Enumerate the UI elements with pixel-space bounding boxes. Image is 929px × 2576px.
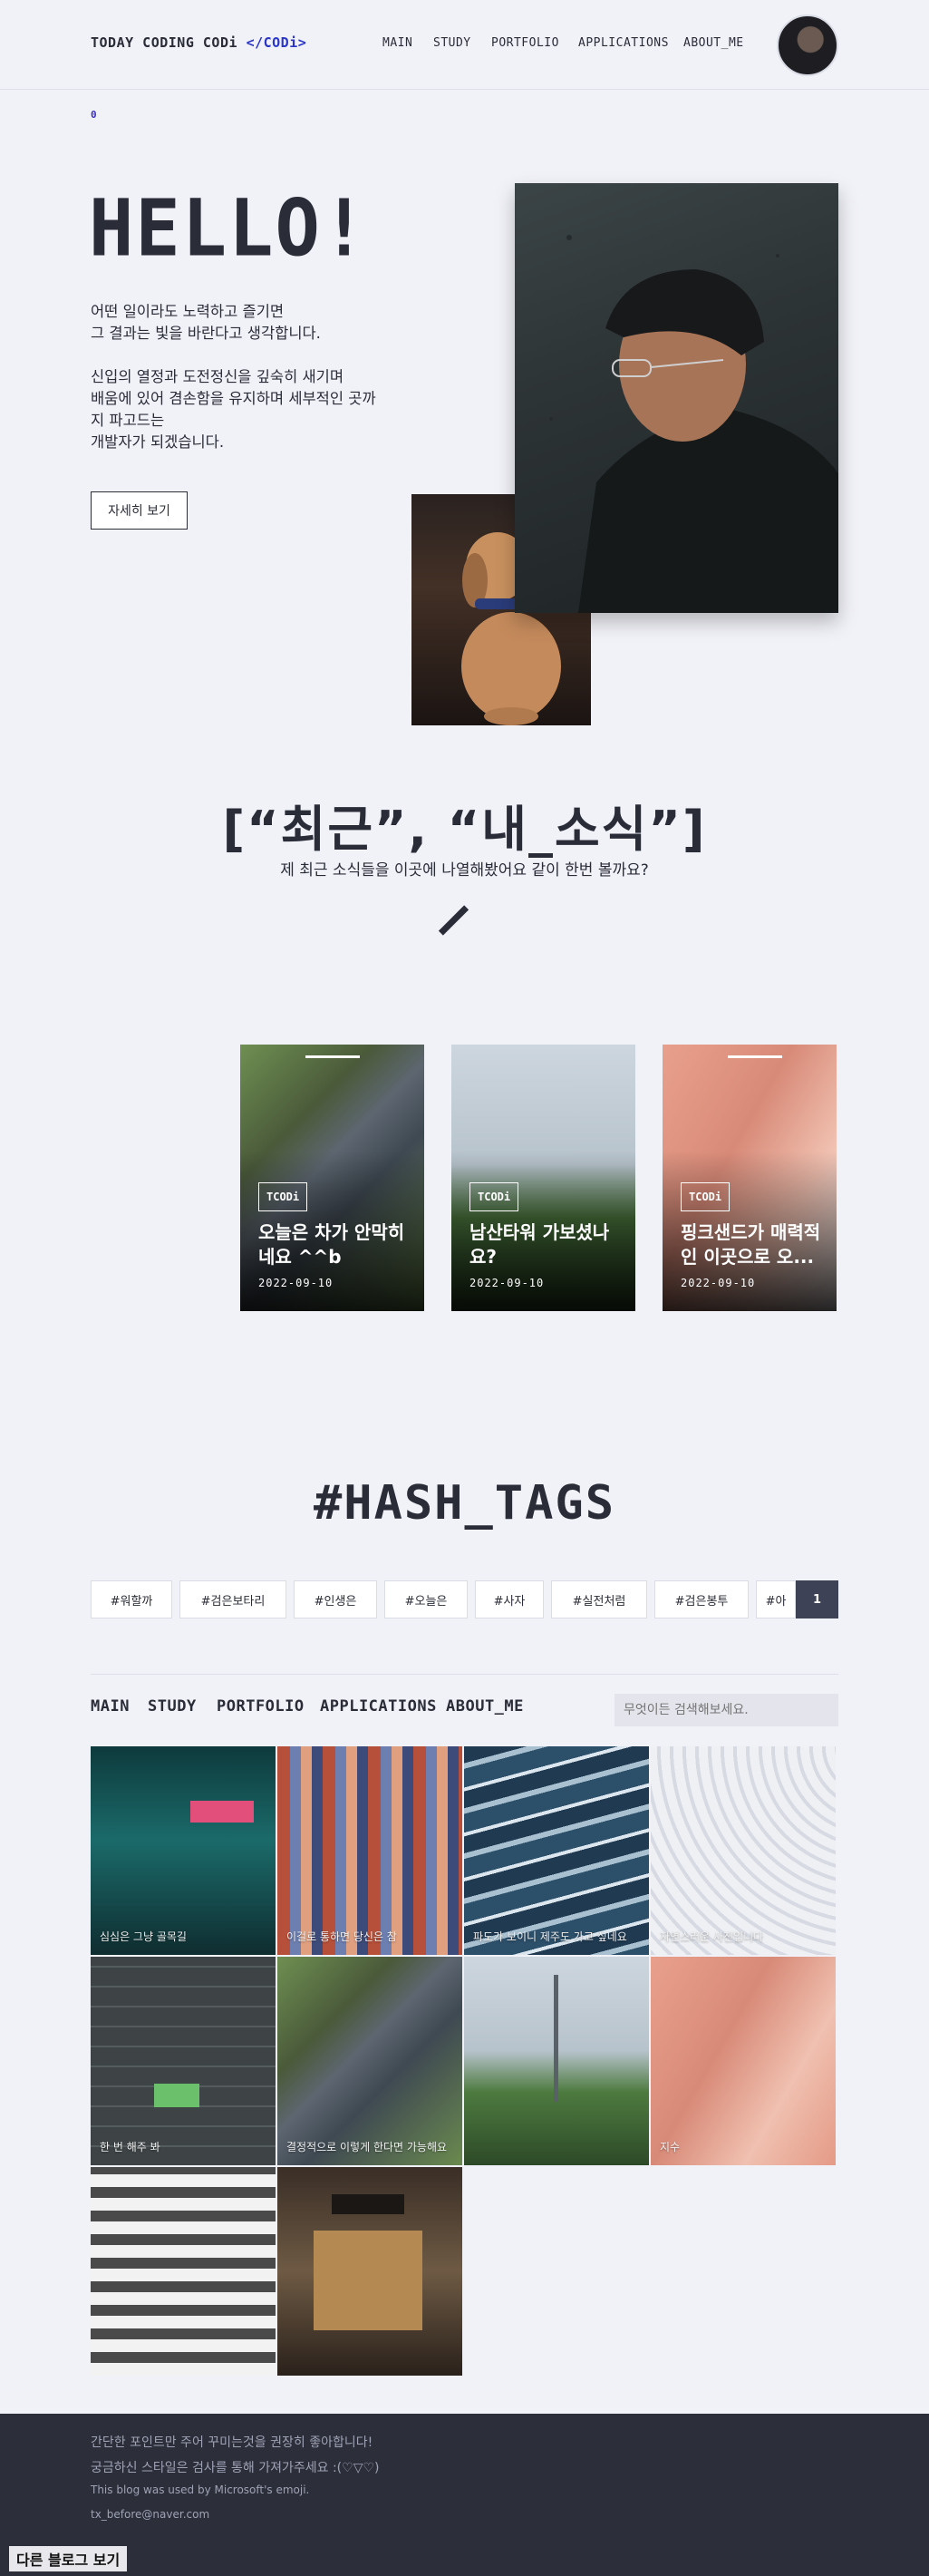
hero-heading: HELLO! — [89, 183, 369, 275]
hashtags-title: #HASH_TAGS — [313, 1476, 616, 1531]
hashtag-chip[interactable]: #사자 — [475, 1580, 544, 1619]
hero-line: 신입의 열정과 도전정신을 깊숙히 새기며 — [91, 368, 344, 385]
card-tag: TCODi — [681, 1182, 731, 1211]
gallery-nav-portfolio[interactable]: PORTFOLIO — [217, 1697, 305, 1716]
neon-sign — [190, 1801, 254, 1823]
hero-description: 신입의 열정과 도전정신을 깊숙히 새기며 배움에 있어 겸손함을 유지하며 세… — [91, 366, 453, 453]
news-card[interactable]: TCODi 오늘은 차가 안막히네요 ^^b 2022-09-10 — [240, 1045, 424, 1311]
hashtag-chip[interactable]: #워할까 — [91, 1580, 172, 1619]
marker-text: 0 — [91, 109, 97, 121]
hashtag-chip[interactable]: #실전처럼 — [551, 1580, 647, 1619]
footer-line: 궁금하신 스타일은 검사를 통해 가져가주세요 :(♡▽♡) — [91, 2461, 380, 2475]
tile-caption: 결정적으로 이렇게 한다면 가능해요 — [286, 2141, 448, 2153]
gallery-tile[interactable] — [91, 2167, 276, 2376]
other-blog-link[interactable]: 다른 블로그 보기 — [9, 2546, 128, 2571]
card-title: 남산타워 가보셨나요? — [469, 1221, 610, 1268]
card-title: 핑크샌드가 매력적인 이곳으로 오... — [681, 1221, 821, 1268]
news-card[interactable]: TCODi 핑크샌드가 매력적인 이곳으로 오... 2022-09-10 — [663, 1045, 837, 1311]
card-bar — [728, 1055, 782, 1058]
brand-code: </CODi> — [246, 34, 307, 51]
hero-line: 배움에 있어 겸손함을 유지하며 세부적인 곳까 — [91, 390, 376, 407]
card-date: 2022-09-10 — [469, 1277, 545, 1289]
card-date: 2022-09-10 — [681, 1277, 756, 1289]
brand-text: TODAY CODING CODi — [91, 34, 238, 51]
pagination-button[interactable]: 1 — [796, 1580, 838, 1619]
card-title: 오늘은 차가 안막히네요 ^^b — [258, 1221, 405, 1268]
gallery-tile[interactable]: 결정적으로 이렇게 한다면 가능해요 — [277, 1957, 462, 2165]
news-subtitle: 제 최근 소식들을 이곳에 나열해봤어요 같이 한번 볼까요? — [280, 861, 649, 880]
news-title: [“최근”, “내_소식”] — [222, 801, 707, 858]
shop-sign — [332, 2194, 404, 2214]
footer-email[interactable]: tx_before@naver.com — [91, 2508, 209, 2521]
bus-shape — [154, 2084, 199, 2107]
gallery-tile[interactable]: 한 번 해주 봐 — [91, 1957, 276, 2165]
gallery-tile[interactable]: 심심은 그냥 골목길 — [91, 1746, 276, 1955]
gallery-tile[interactable]: 이걸로 통하면 당신은 참 — [277, 1746, 462, 1955]
footer-line: This blog was used by Microsoft's emoji. — [91, 2484, 310, 2496]
tile-caption: 한 번 해주 봐 — [100, 2141, 160, 2153]
read-more-button[interactable]: 자세히 보기 — [91, 491, 188, 530]
hashtag-chip[interactable]: #오늘은 — [384, 1580, 468, 1619]
slash-icon — [438, 905, 469, 936]
tile-caption: 지수 — [660, 2141, 681, 2153]
man-portrait-photo — [515, 183, 838, 613]
card-tag: TCODi — [258, 1182, 308, 1211]
nav-main[interactable]: MAIN — [382, 36, 412, 50]
gallery-nav-main[interactable]: MAIN — [91, 1697, 130, 1716]
hashtag-chip[interactable]: #검은봉투 — [654, 1580, 749, 1619]
hero-line: 어떤 일이라도 노력하고 즐기면 — [91, 303, 285, 320]
header-divider — [0, 89, 929, 90]
tile-caption: 이걸로 통하면 당신은 참 — [286, 1930, 397, 1943]
tile-caption: 심심은 그냥 골목길 — [100, 1930, 187, 1943]
gallery-tile[interactable] — [464, 1957, 649, 2165]
hashtag-chip[interactable]: #아 — [756, 1580, 796, 1619]
gallery-tile[interactable]: 자연스러운 사진입니다 — [651, 1746, 836, 1955]
gallery-nav-study[interactable]: STUDY — [148, 1697, 197, 1716]
gallery-tile[interactable]: 지수 — [651, 1957, 836, 2165]
tower-shape — [554, 1975, 558, 2102]
nav-portfolio[interactable]: PORTFOLIO — [491, 36, 559, 50]
profile-avatar[interactable] — [777, 15, 838, 76]
nav-applications[interactable]: APPLICATIONS — [578, 36, 669, 50]
hashtag-chip[interactable]: #검은보타리 — [179, 1580, 286, 1619]
gallery-tile[interactable] — [277, 2167, 462, 2376]
card-bar — [305, 1055, 360, 1058]
gallery-nav-applications[interactable]: APPLICATIONS — [320, 1697, 437, 1716]
hero-line: 개발자가 되겠습니다. — [91, 433, 225, 451]
gallery-tile[interactable]: 파도가 보이니 제주도 가고 싶네요 — [464, 1746, 649, 1955]
page: TODAY CODING CODi </CODi> MAIN STUDY POR… — [0, 0, 929, 2576]
card-tag: TCODi — [469, 1182, 519, 1211]
tile-caption: 파도가 보이니 제주도 가고 싶네요 — [473, 1930, 627, 1943]
news-card[interactable]: TCODi 남산타워 가보셨나요? 2022-09-10 — [451, 1045, 635, 1311]
shop-window — [314, 2231, 422, 2330]
hero-line: 지 파고드는 — [91, 412, 165, 429]
hashtag-chip[interactable]: #인생은 — [294, 1580, 377, 1619]
tile-caption: 자연스러운 사진입니다 — [660, 1930, 764, 1943]
brand-logo[interactable]: TODAY CODING CODi </CODi> — [91, 34, 306, 51]
footer-line: 간단한 포인트만 주어 꾸미는것을 권장히 좋아합니다! — [91, 2435, 373, 2450]
section-divider — [91, 1674, 838, 1675]
nav-study[interactable]: STUDY — [433, 36, 471, 50]
card-date: 2022-09-10 — [258, 1277, 334, 1289]
search-input[interactable] — [614, 1694, 838, 1726]
hero-intro: 어떤 일이라도 노력하고 즐기면 그 결과는 빛을 바란다고 생각합니다. — [91, 301, 453, 345]
hero-line: 그 결과는 빛을 바란다고 생각합니다. — [91, 325, 321, 342]
nav-about-me[interactable]: ABOUT_ME — [683, 36, 744, 50]
gallery-nav-about-me[interactable]: ABOUT_ME — [446, 1697, 524, 1716]
